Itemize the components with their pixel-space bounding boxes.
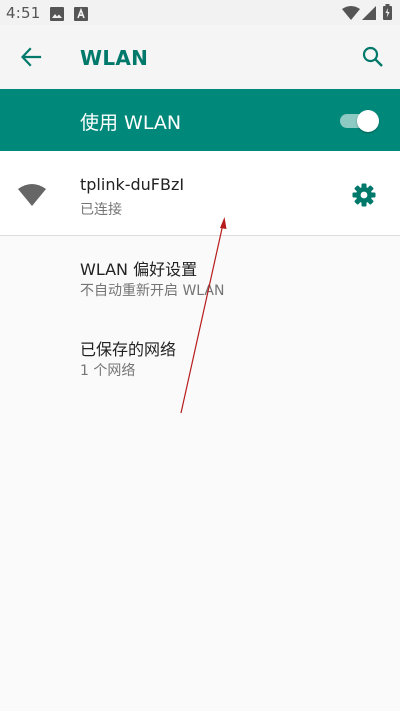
app-bar: WLAN (0, 25, 400, 89)
saved-networks-item[interactable]: 已保存的网络 1 个网络 (0, 316, 400, 396)
network-status: 已连接 (80, 202, 122, 218)
wifi-signal-icon (18, 184, 46, 210)
wlan-preferences-title: WLAN 偏好设置 (80, 260, 198, 279)
signal-icon (362, 5, 376, 24)
network-ssid: tplink-duFBzI (80, 175, 185, 194)
status-bar: 4:51 (0, 0, 400, 25)
toggle-thumb (357, 110, 379, 132)
status-time: 4:51 (6, 4, 41, 22)
wifi-icon (342, 5, 360, 24)
arrow-left-icon[interactable] (20, 46, 42, 72)
image-icon (50, 6, 64, 25)
wlan-preferences-item[interactable]: WLAN 偏好设置 不自动重新开启 WLAN (0, 236, 400, 316)
wlan-master-switch-bar[interactable]: 使用 WLAN (0, 89, 400, 151)
saved-networks-title: 已保存的网络 (80, 340, 177, 359)
wlan-preferences-subtitle: 不自动重新开启 WLAN (80, 283, 225, 299)
connected-network-row[interactable]: tplink-duFBzI 已连接 (0, 151, 400, 235)
wlan-toggle-switch[interactable] (340, 109, 382, 132)
saved-networks-subtitle: 1 个网络 (80, 363, 136, 379)
wlan-master-switch-label: 使用 WLAN (80, 112, 182, 134)
page-title: WLAN (80, 46, 149, 70)
search-icon[interactable] (362, 46, 384, 72)
a-icon (74, 6, 88, 25)
gear-icon[interactable] (352, 183, 376, 211)
battery-icon (383, 4, 392, 24)
